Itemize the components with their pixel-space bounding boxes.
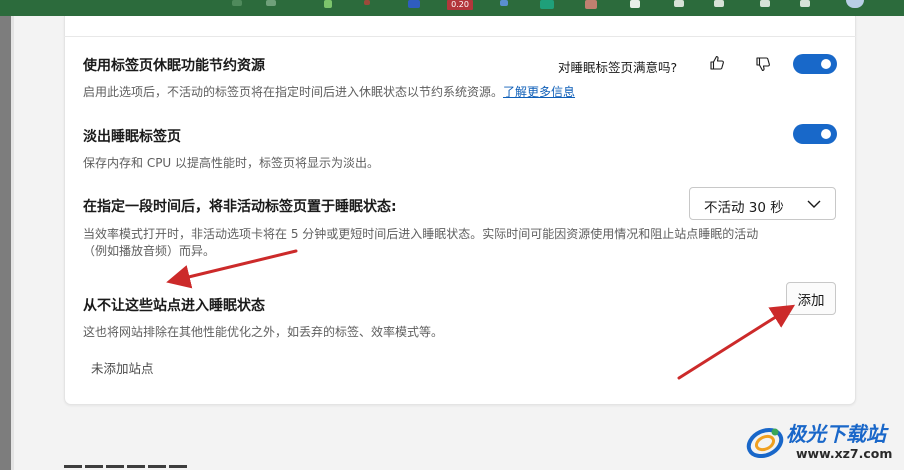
- app-icon[interactable]: [674, 0, 684, 7]
- divider: [64, 36, 856, 37]
- notification-badge: 0.20: [447, 0, 473, 10]
- fade-tabs-description: 保存内存和 CPU 以提高性能时，标签页将显示为淡出。: [83, 156, 380, 170]
- taskbar: 0.20: [0, 0, 904, 16]
- sleeping-tabs-toggle[interactable]: [793, 54, 837, 74]
- window-edge: [11, 16, 14, 470]
- watermark-title: 极光下载站: [786, 422, 886, 446]
- thumbs-up-icon[interactable]: [709, 55, 725, 71]
- sleep-timeout-description: 当效率模式打开时，非活动选项卡将在 5 分钟或更短时间后进入睡眠状态。实际时间可…: [83, 227, 759, 241]
- app-icon[interactable]: [324, 0, 332, 8]
- window-edge: [0, 16, 11, 470]
- star-icon[interactable]: [266, 0, 276, 6]
- app-icon[interactable]: [364, 0, 370, 5]
- add-site-button[interactable]: 添加: [786, 282, 836, 315]
- next-section-heading: [64, 460, 210, 470]
- sleep-timeout-title: 在指定一段时间后，将非活动标签页置于睡眠状态:: [83, 199, 397, 215]
- app-icon[interactable]: [232, 0, 242, 6]
- app-icon[interactable]: [500, 0, 508, 6]
- app-icon[interactable]: [585, 0, 597, 9]
- sleeping-tabs-description: 启用此选项后，不活动的标签页将在指定时间后进入休眠状态以节约系统资源。了解更多信…: [83, 83, 575, 100]
- exclusions-title: 从不让这些站点进入睡眠状态: [83, 298, 265, 314]
- sleeping-tabs-title: 使用标签页休眠功能节约资源: [83, 58, 265, 74]
- avatar[interactable]: [846, 0, 864, 8]
- fade-tabs-toggle[interactable]: [793, 124, 837, 144]
- fade-tabs-title: 淡出睡眠标签页: [83, 129, 181, 145]
- feedback-question: 对睡眠标签页满意吗?: [558, 60, 678, 75]
- sleep-timeout-select[interactable]: 不活动 30 秒: [689, 187, 836, 220]
- watermark: 极光下载站 www.xz7.com: [744, 418, 900, 466]
- toggle-knob: [821, 129, 831, 139]
- sleep-timeout-value: 不活动 30 秒: [704, 200, 784, 216]
- chevron-down-icon: [807, 200, 821, 208]
- app-icon[interactable]: [408, 0, 420, 8]
- watermark-logo-icon: [746, 427, 784, 459]
- app-icon[interactable]: [800, 0, 810, 7]
- empty-list-text: 未添加站点: [91, 361, 154, 376]
- learn-more-link[interactable]: 了解更多信息: [503, 85, 575, 99]
- exclusions-description: 这也将网站排除在其他性能优化之外，如丢弃的标签、效率模式等。: [83, 325, 444, 339]
- toggle-knob: [821, 59, 831, 69]
- thumbs-down-icon[interactable]: [755, 56, 771, 72]
- sleep-timeout-description: （例如播放音频）而异。: [83, 244, 216, 258]
- app-icon[interactable]: [540, 0, 554, 9]
- gear-icon[interactable]: [630, 0, 640, 8]
- app-icon[interactable]: [760, 0, 770, 7]
- app-icon[interactable]: [714, 0, 724, 7]
- sleeping-tabs-description-text: 启用此选项后，不活动的标签页将在指定时间后进入休眠状态以节约系统资源。: [83, 85, 504, 99]
- watermark-url: www.xz7.com: [796, 446, 893, 461]
